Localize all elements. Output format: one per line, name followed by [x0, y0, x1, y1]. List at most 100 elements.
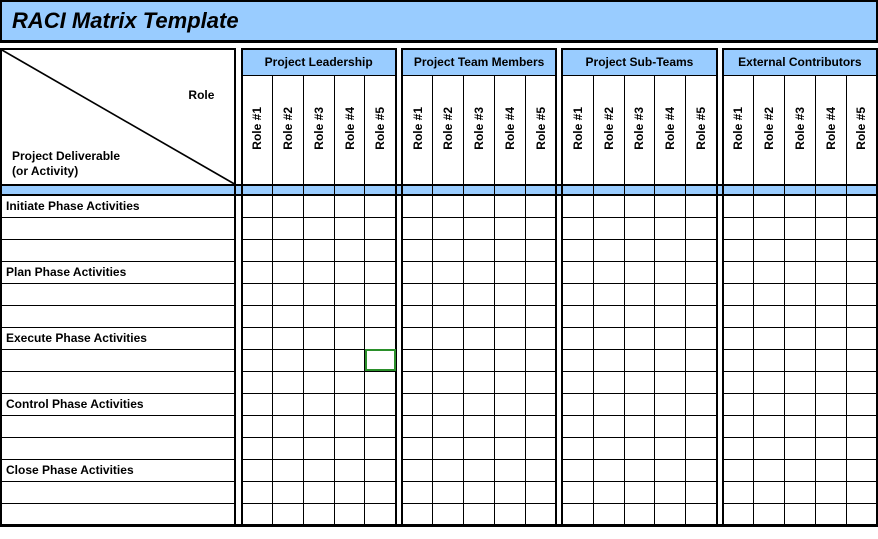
- matrix-cell[interactable]: [593, 349, 624, 371]
- matrix-cell[interactable]: [433, 393, 464, 415]
- matrix-cell[interactable]: [334, 195, 365, 217]
- matrix-cell[interactable]: [433, 481, 464, 503]
- matrix-cell[interactable]: [624, 195, 655, 217]
- matrix-cell[interactable]: [365, 239, 396, 261]
- matrix-cell[interactable]: [655, 195, 686, 217]
- matrix-cell[interactable]: [846, 217, 877, 239]
- matrix-cell[interactable]: [723, 195, 754, 217]
- matrix-cell[interactable]: [334, 393, 365, 415]
- deliverable-cell[interactable]: [1, 349, 235, 371]
- matrix-cell[interactable]: [525, 239, 556, 261]
- matrix-cell[interactable]: [593, 503, 624, 525]
- matrix-cell[interactable]: [334, 261, 365, 283]
- matrix-cell[interactable]: [272, 239, 303, 261]
- matrix-cell[interactable]: [402, 415, 433, 437]
- matrix-cell[interactable]: [525, 393, 556, 415]
- matrix-cell[interactable]: [433, 371, 464, 393]
- matrix-cell[interactable]: [815, 305, 846, 327]
- deliverable-cell[interactable]: [1, 371, 235, 393]
- matrix-cell[interactable]: [303, 283, 334, 305]
- deliverable-cell[interactable]: [1, 239, 235, 261]
- matrix-cell[interactable]: [624, 305, 655, 327]
- matrix-cell[interactable]: [464, 371, 495, 393]
- matrix-cell[interactable]: [272, 195, 303, 217]
- matrix-cell[interactable]: [723, 327, 754, 349]
- matrix-cell[interactable]: [562, 393, 593, 415]
- matrix-cell[interactable]: [655, 481, 686, 503]
- matrix-cell[interactable]: [624, 371, 655, 393]
- matrix-cell[interactable]: [723, 503, 754, 525]
- matrix-cell[interactable]: [272, 349, 303, 371]
- deliverable-cell[interactable]: [1, 415, 235, 437]
- matrix-cell[interactable]: [815, 261, 846, 283]
- matrix-cell[interactable]: [624, 481, 655, 503]
- matrix-cell[interactable]: [624, 437, 655, 459]
- matrix-cell[interactable]: [365, 327, 396, 349]
- matrix-cell[interactable]: [365, 261, 396, 283]
- matrix-cell[interactable]: [655, 283, 686, 305]
- matrix-cell[interactable]: [433, 459, 464, 481]
- matrix-cell[interactable]: [272, 393, 303, 415]
- matrix-cell[interactable]: [402, 503, 433, 525]
- matrix-cell[interactable]: [464, 349, 495, 371]
- matrix-cell[interactable]: [494, 393, 525, 415]
- matrix-cell[interactable]: [402, 305, 433, 327]
- matrix-cell[interactable]: [846, 503, 877, 525]
- matrix-cell[interactable]: [402, 283, 433, 305]
- matrix-cell[interactable]: [402, 437, 433, 459]
- matrix-cell[interactable]: [303, 349, 334, 371]
- matrix-cell[interactable]: [494, 327, 525, 349]
- matrix-cell[interactable]: [525, 305, 556, 327]
- matrix-cell[interactable]: [402, 327, 433, 349]
- matrix-cell[interactable]: [655, 305, 686, 327]
- matrix-cell[interactable]: [365, 195, 396, 217]
- matrix-cell[interactable]: [365, 305, 396, 327]
- matrix-cell[interactable]: [655, 349, 686, 371]
- matrix-cell[interactable]: [723, 459, 754, 481]
- matrix-cell[interactable]: [464, 415, 495, 437]
- matrix-cell[interactable]: [242, 371, 273, 393]
- matrix-cell[interactable]: [402, 261, 433, 283]
- matrix-cell[interactable]: [624, 393, 655, 415]
- matrix-cell[interactable]: [402, 239, 433, 261]
- matrix-cell[interactable]: [525, 371, 556, 393]
- matrix-cell[interactable]: [754, 349, 785, 371]
- deliverable-cell[interactable]: [1, 481, 235, 503]
- matrix-cell[interactable]: [433, 415, 464, 437]
- matrix-cell[interactable]: [624, 459, 655, 481]
- matrix-cell[interactable]: [272, 261, 303, 283]
- matrix-cell[interactable]: [593, 437, 624, 459]
- matrix-cell[interactable]: [464, 481, 495, 503]
- matrix-cell[interactable]: [494, 415, 525, 437]
- matrix-cell[interactable]: [655, 327, 686, 349]
- matrix-cell[interactable]: [686, 503, 717, 525]
- matrix-cell[interactable]: [242, 503, 273, 525]
- matrix-cell[interactable]: [846, 393, 877, 415]
- matrix-cell[interactable]: [846, 261, 877, 283]
- matrix-cell[interactable]: [525, 415, 556, 437]
- matrix-cell[interactable]: [433, 327, 464, 349]
- matrix-cell[interactable]: [562, 327, 593, 349]
- matrix-cell[interactable]: [846, 327, 877, 349]
- matrix-cell[interactable]: [593, 239, 624, 261]
- matrix-cell[interactable]: [464, 327, 495, 349]
- matrix-cell[interactable]: [815, 239, 846, 261]
- matrix-cell[interactable]: [464, 195, 495, 217]
- matrix-cell[interactable]: [784, 481, 815, 503]
- matrix-cell[interactable]: [686, 239, 717, 261]
- matrix-cell[interactable]: [846, 349, 877, 371]
- matrix-cell[interactable]: [433, 503, 464, 525]
- matrix-cell[interactable]: [754, 327, 785, 349]
- matrix-cell[interactable]: [334, 415, 365, 437]
- matrix-cell[interactable]: [303, 327, 334, 349]
- matrix-cell[interactable]: [624, 327, 655, 349]
- deliverable-cell[interactable]: [1, 305, 235, 327]
- matrix-cell[interactable]: [784, 283, 815, 305]
- matrix-cell[interactable]: [494, 349, 525, 371]
- matrix-cell[interactable]: [815, 437, 846, 459]
- matrix-cell[interactable]: [593, 195, 624, 217]
- matrix-cell[interactable]: [846, 283, 877, 305]
- matrix-cell[interactable]: [433, 305, 464, 327]
- matrix-cell[interactable]: [686, 415, 717, 437]
- matrix-cell[interactable]: [525, 195, 556, 217]
